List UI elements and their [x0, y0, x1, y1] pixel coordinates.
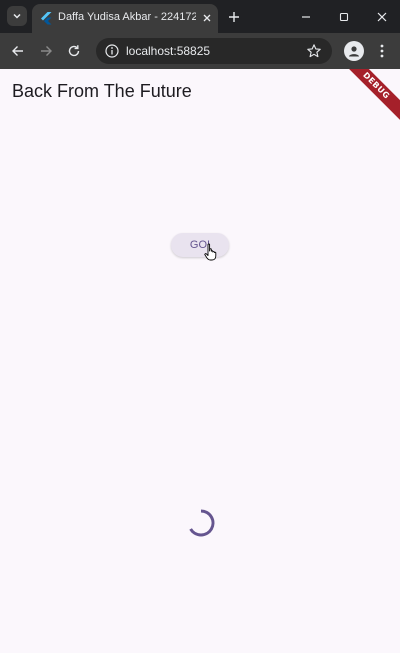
plus-icon — [229, 12, 239, 22]
new-tab-button[interactable] — [225, 8, 243, 26]
maximize-icon — [339, 12, 349, 22]
reload-icon — [68, 45, 80, 57]
page-title: Back From The Future — [12, 81, 192, 101]
browser-tab[interactable]: Daffa Yudisa Akbar - 2241720002 — [32, 4, 218, 33]
address-bar[interactable]: localhost:58825 — [96, 38, 332, 64]
minimize-button[interactable] — [297, 8, 315, 26]
browser-tab-strip: Daffa Yudisa Akbar - 2241720002 — [0, 0, 400, 33]
tab-search-button[interactable] — [7, 6, 27, 26]
arrow-left-icon — [12, 46, 23, 56]
bookmark-star-icon[interactable] — [306, 43, 322, 59]
tab-close-button[interactable] — [199, 10, 215, 26]
go-button[interactable]: GO! — [171, 233, 229, 257]
more-vert-icon — [380, 44, 384, 58]
forward-button[interactable] — [36, 41, 56, 61]
close-icon — [203, 14, 211, 22]
loading-spinner — [189, 509, 215, 537]
flutter-favicon-icon — [41, 12, 52, 25]
browser-toolbar: localhost:58825 — [0, 33, 400, 69]
browser-menu-button[interactable] — [372, 41, 392, 61]
site-info-icon[interactable] — [104, 43, 120, 59]
back-button[interactable] — [8, 41, 28, 61]
url-text: localhost:58825 — [126, 44, 211, 58]
reload-button[interactable] — [64, 41, 84, 61]
person-icon — [349, 46, 359, 57]
arrow-right-icon — [41, 46, 52, 56]
profile-avatar[interactable] — [344, 41, 364, 61]
app-page: Back From The Future DEBUG GO! — [0, 69, 400, 653]
debug-banner: DEBUG — [335, 69, 400, 127]
hand-pointer-cursor-icon — [204, 243, 217, 261]
window-close-button[interactable] — [373, 8, 391, 26]
tab-title: Daffa Yudisa Akbar - 2241720002 — [58, 11, 196, 23]
maximize-button[interactable] — [335, 8, 353, 26]
minimize-icon — [302, 16, 310, 18]
close-icon — [377, 12, 387, 22]
chevron-down-icon — [13, 13, 21, 19]
